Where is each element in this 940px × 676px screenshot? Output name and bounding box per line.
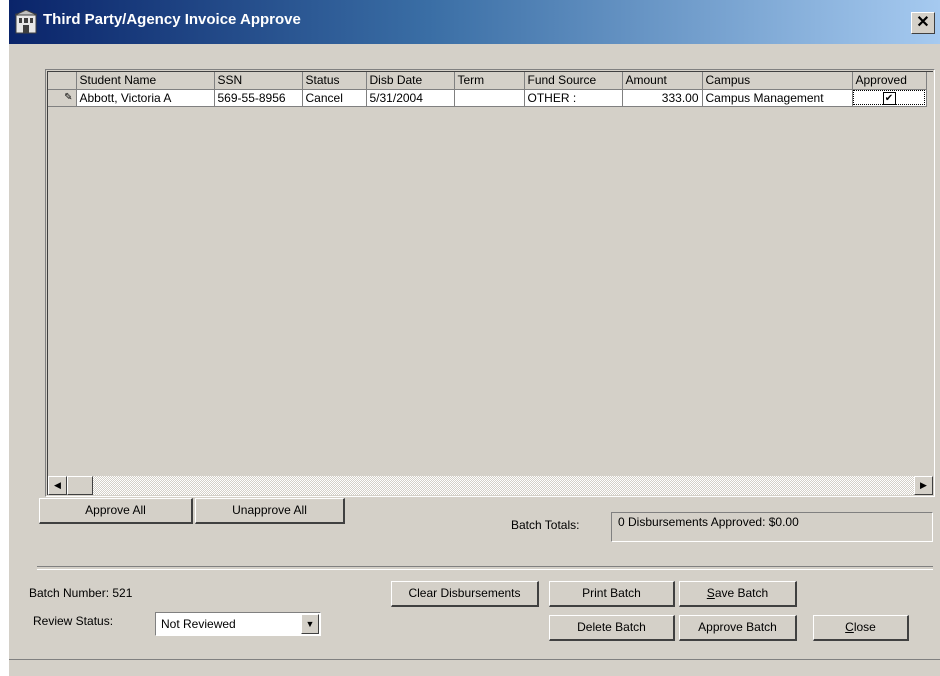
edit-row-icon[interactable]: ✎ — [48, 89, 77, 107]
window-title: Third Party/Agency Invoice Approve — [43, 11, 301, 28]
column-header-disb-date[interactable]: Disb Date — [366, 72, 455, 90]
dropdown-button[interactable]: ▼ — [301, 614, 319, 634]
review-status-select[interactable]: Not Reviewed ▼ — [155, 612, 321, 636]
close-accesskey: C — [845, 620, 854, 634]
building-icon — [15, 10, 37, 34]
table-header-row: Student Name SSN Status Disb Date Term F… — [48, 72, 927, 90]
review-status-value: Not Reviewed — [161, 617, 236, 631]
save-batch-accesskey: S — [706, 586, 715, 600]
print-batch-button[interactable]: Print Batch — [549, 581, 675, 607]
approved-checkbox[interactable]: ✔ — [882, 91, 896, 105]
invoice-approve-window: Third Party/Agency Invoice Approve ✕ Stu… — [8, 0, 940, 676]
column-header-status[interactable]: Status — [302, 72, 367, 90]
column-header-student-name[interactable]: Student Name — [76, 72, 215, 90]
batch-number-label: Batch Number: 521 — [29, 586, 133, 600]
cell-ssn[interactable]: 569-55-8956 — [214, 89, 303, 107]
cell-fund-source[interactable]: OTHER : — [524, 89, 623, 107]
close-icon: ✕ — [916, 14, 930, 31]
cell-approved[interactable]: ✔ — [852, 89, 927, 107]
section-divider — [37, 566, 933, 570]
cell-student-name[interactable]: Abbott, Victoria A — [76, 89, 215, 107]
column-header-amount[interactable]: Amount — [622, 72, 703, 90]
close-window-button[interactable]: ✕ — [911, 12, 935, 34]
scroll-right-button[interactable]: ▶ — [914, 476, 933, 495]
review-status-label: Review Status: — [33, 614, 114, 628]
title-bar[interactable]: Third Party/Agency Invoice Approve ✕ — [9, 0, 940, 44]
row-selector-header — [48, 72, 77, 90]
cell-campus[interactable]: Campus Management — [702, 89, 853, 107]
scrollbar-thumb[interactable] — [67, 476, 93, 495]
unapprove-all-button[interactable]: Unapprove All — [195, 498, 345, 524]
chevron-down-icon: ▼ — [305, 619, 315, 629]
scroll-left-button[interactable]: ◀ — [48, 476, 67, 495]
column-header-campus[interactable]: Campus — [702, 72, 853, 90]
close-label: lose — [853, 620, 876, 634]
batch-totals-field: 0 Disbursements Approved: $0.00 — [611, 512, 933, 542]
approve-batch-button[interactable]: Approve Batch — [679, 615, 797, 641]
cell-status[interactable]: Cancel — [302, 89, 367, 107]
close-button[interactable]: Close — [813, 615, 909, 641]
column-header-approved[interactable]: Approved — [852, 72, 927, 90]
column-header-term[interactable]: Term — [454, 72, 525, 90]
column-header-fund-source[interactable]: Fund Source — [524, 72, 623, 90]
disbursement-table: Student Name SSN Status Disb Date Term F… — [48, 72, 927, 107]
approve-all-button[interactable]: Approve All — [39, 498, 193, 524]
disbursement-grid[interactable]: Student Name SSN Status Disb Date Term F… — [45, 69, 935, 497]
cell-term[interactable] — [454, 89, 525, 107]
horizontal-scrollbar[interactable]: ◀ ▶ — [48, 476, 933, 495]
clear-disbursements-button[interactable]: Clear Disbursements — [391, 581, 539, 607]
cell-disb-date[interactable]: 5/31/2004 — [366, 89, 455, 107]
arrow-right-icon: ▶ — [920, 480, 927, 490]
arrow-left-icon: ◀ — [54, 480, 61, 490]
cell-amount[interactable]: 333.00 — [622, 89, 703, 107]
save-batch-button[interactable]: Save Batch — [679, 581, 797, 607]
save-batch-label: ave Batch — [714, 586, 769, 600]
window-bottom-border — [9, 659, 940, 662]
column-header-ssn[interactable]: SSN — [214, 72, 303, 90]
delete-batch-button[interactable]: Delete Batch — [549, 615, 675, 641]
table-row[interactable]: ✎ Abbott, Victoria A 569-55-8956 Cancel … — [48, 89, 927, 107]
batch-totals-value: 0 Disbursements Approved: $0.00 — [618, 515, 799, 529]
batch-totals-label: Batch Totals: — [511, 518, 580, 532]
